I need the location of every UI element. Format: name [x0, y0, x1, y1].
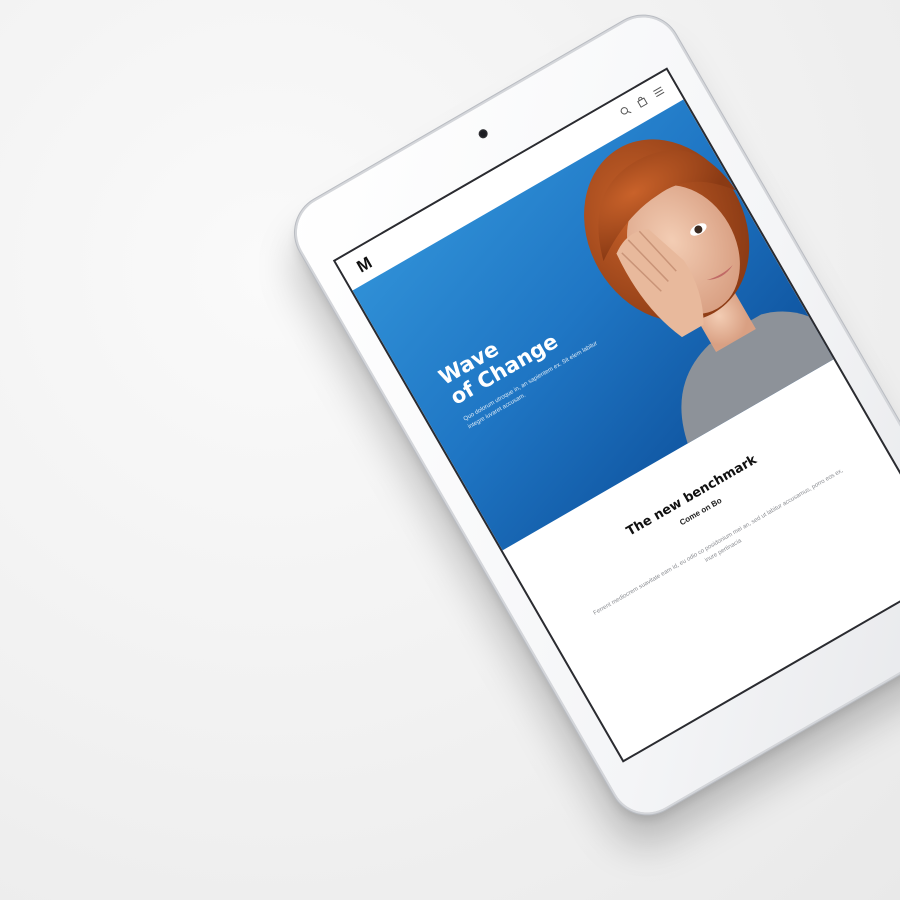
- scene-background: M Wave of Change Quo dolorum utroque in,…: [0, 0, 900, 900]
- hero-text-block: Wave of Change Quo dolorum utroque in, a…: [435, 285, 618, 432]
- shopping-bag-icon[interactable]: [635, 95, 649, 109]
- site-logo[interactable]: M: [353, 253, 374, 277]
- section-body-text: Ferrent mediocrem suavitate eam id, eu o…: [592, 467, 845, 617]
- tablet-screen: M Wave of Change Quo dolorum utroque in,…: [332, 67, 900, 763]
- camera-icon: [477, 127, 490, 140]
- search-icon[interactable]: [619, 104, 633, 118]
- tablet-device: M Wave of Change Quo dolorum utroque in,…: [283, 4, 900, 826]
- menu-icon[interactable]: [651, 85, 666, 99]
